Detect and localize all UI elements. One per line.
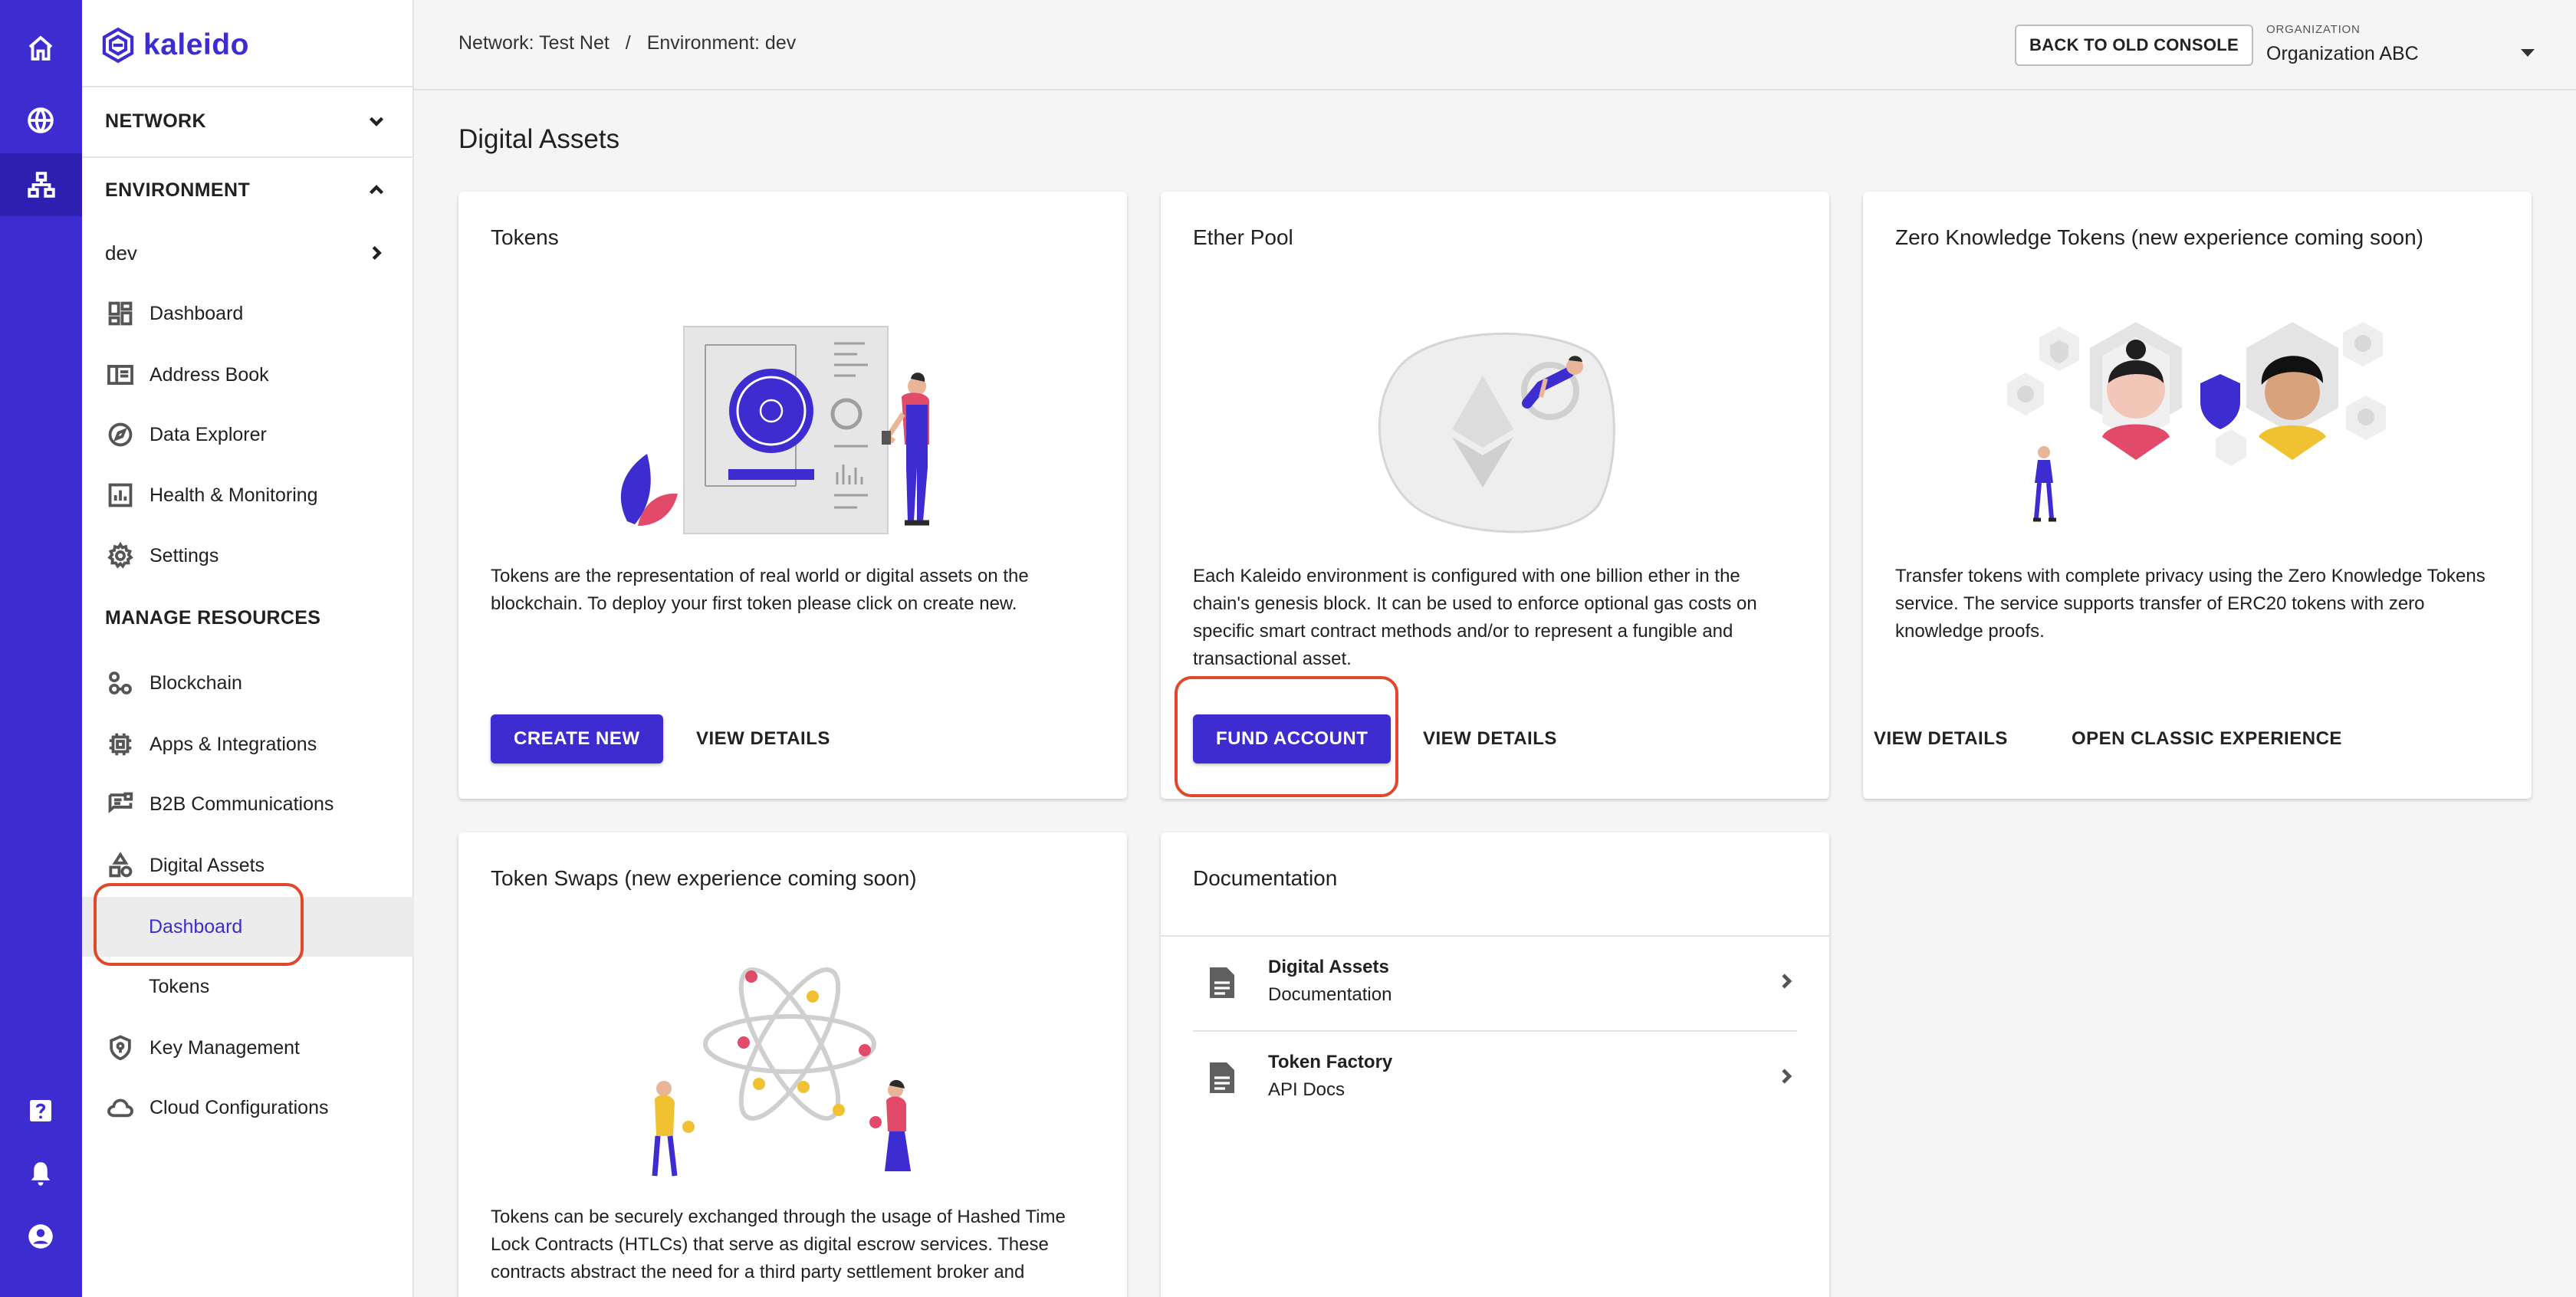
compass-icon xyxy=(105,419,136,450)
open-classic-experience-button[interactable]: OPEN CLASSIC EXPERIENCE xyxy=(2061,714,2353,763)
sidebar-item-label: Digital Assets xyxy=(150,854,265,876)
sidebar-item-label: Tokens xyxy=(149,975,210,997)
cloud-icon xyxy=(105,1092,136,1123)
help-icon[interactable] xyxy=(23,1093,58,1128)
card-title: Zero Knowledge Tokens (new experience co… xyxy=(1895,225,2423,249)
sidebar-item-label: Blockchain xyxy=(150,671,242,694)
back-to-old-console-button[interactable]: BACK TO OLD CONSOLE xyxy=(2015,25,2253,66)
chevron-down-icon xyxy=(365,110,388,133)
network-icon[interactable] xyxy=(0,153,82,216)
sidebar-item-label: B2B Communications xyxy=(150,793,334,815)
caret-down-icon[interactable] xyxy=(2521,49,2535,57)
sidebar-item-address-book[interactable]: Address Book xyxy=(82,345,414,405)
documentation-card: Documentation Digital Assets Documentati… xyxy=(1161,832,1829,1297)
chevron-right-icon xyxy=(365,241,388,270)
view-details-button[interactable]: VIEW DETAILS xyxy=(1412,714,1568,763)
highlight-annotation xyxy=(94,883,304,966)
sidebar-item-label: Address Book xyxy=(150,363,269,386)
card-title: Token Swaps (new experience coming soon) xyxy=(491,866,917,890)
chip-icon xyxy=(105,729,136,760)
doc-link-subtitle: API Docs xyxy=(1268,1079,1346,1100)
home-icon[interactable] xyxy=(23,31,58,66)
highlight-annotation xyxy=(1175,676,1398,797)
chevron-up-icon xyxy=(365,179,388,202)
document-icon xyxy=(1210,967,1234,998)
organization-select[interactable]: Organization ABC xyxy=(2266,43,2419,65)
card-description: Transfer tokens with complete privacy us… xyxy=(1895,566,2486,642)
token-swaps-card: Token Swaps (new experience coming soon)… xyxy=(458,832,1127,1297)
card-description: Tokens can be securely exchanged through… xyxy=(491,1207,1066,1282)
card-title: Tokens xyxy=(491,225,559,249)
globe-icon[interactable] xyxy=(23,103,58,138)
ether-pool-illustration xyxy=(1378,332,1615,534)
kaleido-logo-icon xyxy=(102,27,134,64)
sidebar-item-label: Cloud Configurations xyxy=(150,1096,329,1118)
view-details-button[interactable]: VIEW DETAILS xyxy=(685,714,841,763)
dashboard-icon xyxy=(105,298,136,329)
sidebar-item-settings[interactable]: Settings xyxy=(82,526,414,586)
sidebar-item-label: Settings xyxy=(150,544,219,566)
network-section-label: NETWORK xyxy=(105,110,206,132)
tokens-card: Tokens Tokens are the representation of … xyxy=(458,192,1127,799)
chevron-right-icon xyxy=(1774,1064,1799,1092)
doc-link-title: Digital Assets xyxy=(1268,957,1389,977)
sidebar-item-label: Apps & Integrations xyxy=(150,733,317,755)
address-book-icon xyxy=(105,360,136,390)
sidebar-item-apps-integrations[interactable]: Apps & Integrations xyxy=(82,714,414,774)
sidebar-item-dashboard[interactable]: Dashboard xyxy=(82,284,414,343)
zero-knowledge-tokens-card: Zero Knowledge Tokens (new experience co… xyxy=(1863,192,2532,799)
environment-section[interactable]: ENVIRONMENT xyxy=(82,156,414,225)
chevron-right-icon xyxy=(1774,969,1799,997)
document-icon xyxy=(1210,1062,1234,1093)
account-icon[interactable] xyxy=(23,1219,58,1254)
page-title: Digital Assets xyxy=(458,124,620,154)
brand-name: kaleido xyxy=(143,28,249,61)
sidebar-item-cloud-configurations[interactable]: Cloud Configurations xyxy=(82,1078,414,1138)
doc-link-title: Token Factory xyxy=(1268,1052,1393,1072)
view-details-button[interactable]: VIEW DETAILS xyxy=(1863,714,2019,763)
doc-link-token-factory[interactable]: Token Factory API Docs xyxy=(1161,1030,1828,1125)
sidebar-item-key-management[interactable]: Key Management xyxy=(82,1018,414,1078)
sidebar: kaleido NETWORK ENVIRONMENT dev Dashboar… xyxy=(82,0,414,1297)
environment-selector[interactable]: dev xyxy=(82,222,414,284)
sidebar-item-health-monitoring[interactable]: Health & Monitoring xyxy=(82,465,414,525)
create-new-button[interactable]: CREATE NEW xyxy=(491,714,663,763)
card-title: Ether Pool xyxy=(1193,225,1293,249)
doc-link-subtitle: Documentation xyxy=(1268,984,1392,1005)
sidebar-item-data-explorer[interactable]: Data Explorer xyxy=(82,405,414,465)
sidebar-item-b2b-communications[interactable]: B2B Communications xyxy=(82,774,414,834)
bell-icon[interactable] xyxy=(23,1156,58,1191)
environment-section-label: ENVIRONMENT xyxy=(105,179,251,201)
app-rail xyxy=(0,0,82,1297)
breadcrumb-separator: / xyxy=(625,32,631,54)
top-bar: Network: Test Net / Environment: dev BAC… xyxy=(414,0,2576,90)
zero-knowledge-illustration xyxy=(2007,322,2386,522)
sidebar-item-label: Key Management xyxy=(150,1036,300,1059)
chart-icon xyxy=(105,480,136,511)
breadcrumb-environment[interactable]: Environment: dev xyxy=(647,32,797,54)
message-icon xyxy=(105,789,136,819)
blockchain-icon xyxy=(105,668,136,698)
card-title: Documentation xyxy=(1193,866,1338,890)
sidebar-item-label: Health & Monitoring xyxy=(150,484,318,506)
shield-key-icon xyxy=(105,1033,136,1063)
shapes-icon xyxy=(105,850,136,881)
organization-label: ORGANIZATION xyxy=(2266,23,2361,36)
manage-resources-heading: MANAGE RESOURCES xyxy=(105,607,321,629)
sidebar-item-label: Data Explorer xyxy=(150,423,267,445)
brand-logo[interactable]: kaleido xyxy=(99,26,249,64)
breadcrumb: Network: Test Net / Environment: dev xyxy=(458,32,796,54)
card-description: Tokens are the representation of real wo… xyxy=(491,566,1029,614)
network-section[interactable]: NETWORK xyxy=(82,87,414,156)
tokens-illustration xyxy=(620,326,929,534)
card-description: Each Kaleido environment is configured w… xyxy=(1193,566,1757,669)
doc-link-digital-assets[interactable]: Digital Assets Documentation xyxy=(1161,935,1828,1030)
gear-icon xyxy=(105,540,136,571)
token-swaps-illustration xyxy=(652,967,911,1177)
sidebar-item-label: Dashboard xyxy=(150,302,244,324)
environment-value: dev xyxy=(105,241,137,264)
breadcrumb-network[interactable]: Network: Test Net xyxy=(458,32,610,54)
sidebar-item-blockchain[interactable]: Blockchain xyxy=(82,653,414,713)
